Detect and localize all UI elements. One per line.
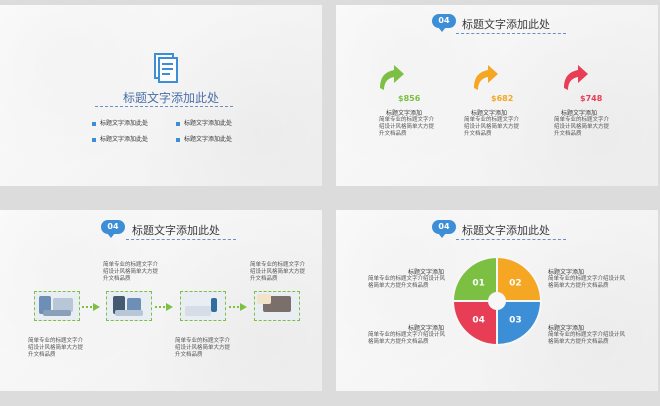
right-arrow-icon — [229, 303, 247, 311]
slide-20-card-2-heading: 标题文字添加 — [471, 110, 508, 117]
orange-arrow-icon — [474, 65, 498, 90]
slide-20-title: 标题文字添加此处 — [462, 18, 550, 31]
right-arrow-icon — [82, 303, 100, 311]
photo-table — [43, 310, 71, 316]
green-arrow-icon — [380, 65, 404, 90]
pie-label-01: 01 — [472, 279, 485, 289]
slide-20-value-1: $856 — [398, 94, 421, 103]
slides-grid: 标题文字添加此处 标题文字添加此处 标题文字添加此处 标题文字添加此处 标题文字… — [0, 0, 660, 406]
slide-20-value-3: $748 — [580, 94, 603, 103]
slide-20[interactable]: 04 标题文字添加此处 $856 $682 $748 标题文字添加 简单专业的标… — [336, 5, 658, 186]
slide-22-badge: 04 — [432, 220, 456, 238]
pie-chart: 01 02 03 04 — [451, 255, 543, 347]
photo-4 — [254, 291, 300, 321]
slide-20-card-3-text: 简单专业的标题文字介绍设计风格简单大方提升文档品质 — [554, 117, 610, 137]
slide-20-badge: 04 — [432, 14, 456, 32]
slide-19-item-4: 标题文字添加此处 — [176, 134, 232, 143]
slide-22-block-2-text: 简单专业的标题文字介绍设计风格简单大方提升文档品质 — [548, 276, 626, 289]
pie-label-04: 04 — [472, 315, 485, 325]
slide-22-block-3-heading: 标题文字添加 — [408, 325, 445, 332]
slide-22-title-underline — [456, 239, 566, 240]
bullet-icon — [176, 137, 180, 142]
slide-22-block-1-heading: 标题文字添加 — [408, 269, 445, 276]
slide-20-card-2-text: 简单专业的标题文字介绍设计风格简单大方提升文档品质 — [464, 117, 520, 137]
photo-2 — [106, 291, 152, 321]
photo-sunlight — [257, 294, 271, 304]
slide-19-item-2-text: 标题文字添加此处 — [184, 120, 233, 127]
right-arrow-icon — [155, 303, 173, 311]
slide-21[interactable]: 04 标题文字添加此处 简单专业的标题文字介绍设计风格简单大方提升文档品质 简单… — [0, 210, 322, 391]
slide-20-title-underline — [456, 33, 566, 34]
slide-19[interactable]: 标题文字添加此处 标题文字添加此处 标题文字添加此处 标题文字添加此处 标题文字… — [0, 5, 322, 186]
slide-21-title: 标题文字添加此处 — [132, 224, 220, 237]
document-icon — [154, 53, 178, 83]
photo-stairs — [185, 306, 211, 316]
slide-21-badge: 04 — [101, 220, 125, 238]
slide-22-block-2-heading: 标题文字添加 — [548, 269, 585, 276]
slide-19-item-3-text: 标题文字添加此处 — [100, 136, 149, 143]
slide-21-text-bottom-mid: 简单专业的标题文字介绍设计风格简单大方提升文档品质 — [175, 338, 231, 358]
slide-20-card-3-heading: 标题文字添加 — [561, 110, 598, 117]
bullet-icon — [92, 121, 96, 126]
slide-22-block-3-text: 简单专业的标题文字介绍设计风格简单大方提升文档品质 — [368, 332, 446, 345]
slide-22-title: 标题文字添加此处 — [462, 224, 550, 237]
slide-19-item-3: 标题文字添加此处 — [92, 134, 148, 143]
slide-21-title-underline — [126, 239, 236, 240]
bullet-icon — [176, 121, 180, 126]
slide-22-block-4-text: 简单专业的标题文字介绍设计风格简单大方提升文档品质 — [548, 332, 626, 345]
slide-19-title-underline — [95, 106, 233, 107]
slide-22-block-1-text: 简单专业的标题文字介绍设计风格简单大方提升文档品质 — [368, 276, 446, 289]
slide-19-item-1-text: 标题文字添加此处 — [100, 120, 149, 127]
slide-22-block-4-heading: 标题文字添加 — [548, 325, 585, 332]
photo-desk — [115, 310, 143, 316]
slide-20-value-2: $682 — [491, 94, 514, 103]
slide-19-item-1: 标题文字添加此处 — [92, 118, 148, 127]
slide-20-card-1-heading: 标题文字添加 — [386, 110, 423, 117]
red-arrow-icon — [564, 65, 588, 90]
pie-center — [488, 292, 506, 310]
bullet-icon — [92, 137, 96, 142]
slide-19-title: 标题文字添加此处 — [123, 91, 220, 105]
slide-21-text-top-right: 简单专业的标题文字介绍设计风格简单大方提升文档品质 — [250, 262, 306, 282]
photo-3 — [180, 291, 226, 321]
slide-22[interactable]: 04 标题文字添加此处 标题文字添加 简单专业的标题文字介绍设计风格简单大方提升… — [336, 210, 658, 391]
slide-20-card-1-text: 简单专业的标题文字介绍设计风格简单大方提升文档品质 — [379, 117, 435, 137]
slide-21-text-bottom-left: 简单专业的标题文字介绍设计风格简单大方提升文档品质 — [28, 338, 84, 358]
pie-label-02: 02 — [509, 279, 522, 289]
photo-figure — [211, 298, 217, 312]
pie-label-03: 03 — [509, 315, 522, 325]
slide-19-item-2: 标题文字添加此处 — [176, 118, 232, 127]
slide-21-text-top-left: 简单专业的标题文字介绍设计风格简单大方提升文档品质 — [103, 262, 159, 282]
slide-19-item-4-text: 标题文字添加此处 — [184, 136, 233, 143]
photo-1 — [34, 291, 80, 321]
